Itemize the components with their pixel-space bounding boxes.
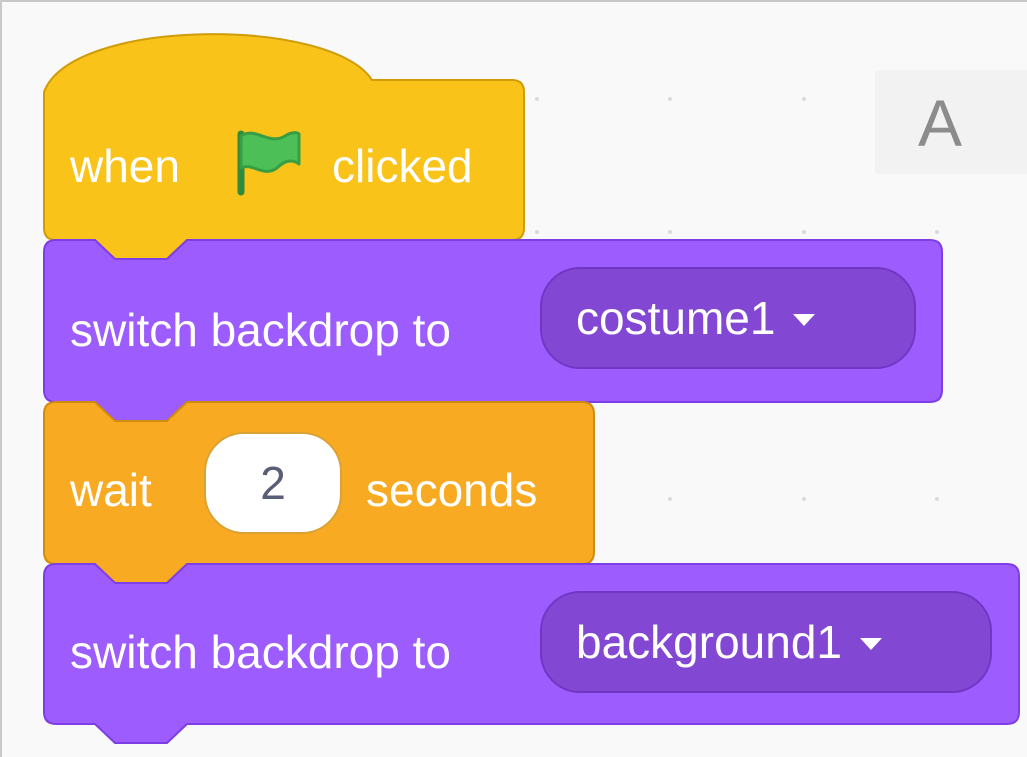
- switch-backdrop-label-1: switch backdrop to: [70, 304, 451, 356]
- dropdown-arrow-icon: [859, 638, 882, 650]
- hat-when-label: when: [70, 140, 180, 192]
- wait-label: wait: [70, 464, 152, 516]
- hat-clicked-label: clicked: [332, 140, 473, 192]
- wait-seconds-input[interactable]: 2: [204, 432, 342, 534]
- green-flag-icon[interactable]: [233, 124, 305, 196]
- code-workspace[interactable]: A when clicked switch backdrop to costum…: [0, 0, 1027, 757]
- seconds-label: seconds: [366, 464, 538, 516]
- switch-backdrop-label-2: switch backdrop to: [70, 626, 451, 678]
- dropdown-arrow-icon: [793, 314, 816, 326]
- backdrop-dropdown-2-value: background1: [576, 616, 842, 668]
- backdrop-dropdown-2[interactable]: background1: [540, 591, 992, 693]
- backdrop-dropdown-1[interactable]: costume1: [540, 267, 916, 369]
- wait-seconds-value: 2: [260, 457, 286, 509]
- backdrop-dropdown-1-value: costume1: [576, 292, 776, 344]
